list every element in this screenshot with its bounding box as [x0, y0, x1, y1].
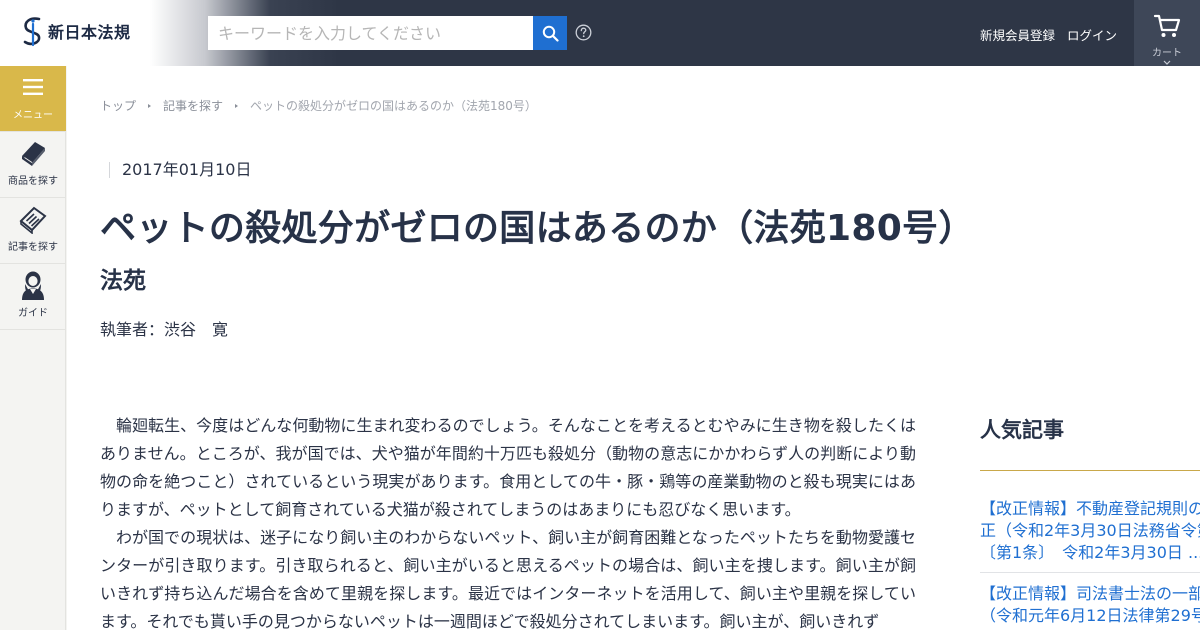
hamburger-icon [23, 79, 43, 95]
popular-article-line: 〔第1条〕 令和2年3月30日 ... [980, 543, 1200, 562]
article-category: 法苑 [100, 268, 146, 294]
article-paragraph: わが国での現状は、迷子になり飼い主のわからないペット、飼い主が飼育困難となったペ… [100, 528, 916, 630]
sidebar-item-label: 商品を探す [8, 176, 58, 187]
popular-article-line: 【改正情報】司法書士法の一部を改正 [980, 584, 1200, 603]
cart-icon [1153, 14, 1181, 37]
popular-article-link[interactable]: 【改正情報】司法書士法の一部を改正 （令和元年6月12日法律第29号） [980, 583, 1200, 630]
breadcrumb-separator-icon [148, 103, 152, 108]
popular-article-line: 正（令和2年3月30日法務省令第 [980, 521, 1200, 540]
search-icon [542, 25, 559, 42]
breadcrumb-separator-icon [235, 103, 239, 108]
popular-articles-heading: 人気記事 [980, 418, 1064, 442]
logo-text: 新日本法規 [48, 23, 131, 42]
breadcrumb: トップ 記事を探す ペットの殺処分がゼロの国はあるのか（法苑180号） [100, 97, 537, 114]
popular-article-link[interactable]: 【改正情報】不動産登記規則の一部を改 正（令和2年3月30日法務省令第 〔第1条… [980, 498, 1200, 573]
article-body: 輪廻転生、今度はどんな何動物に生まれ変わるのでしょう。そんなことを考えるとむやみ… [100, 412, 916, 630]
breadcrumb-item-current: ペットの殺処分がゼロの国はあるのか（法苑180号） [250, 99, 537, 113]
help-icon[interactable] [575, 24, 592, 41]
page-title: ペットの殺処分がゼロの国はあるのか（法苑180号） [100, 208, 975, 249]
popular-articles-list: 【改正情報】不動産登記規則の一部を改 正（令和2年3月30日法務省令第 〔第1条… [980, 498, 1200, 630]
register-link[interactable]: 新規会員登録 [980, 25, 1055, 44]
chevron-down-icon [1163, 60, 1171, 65]
search-box [208, 16, 534, 50]
site-logo[interactable]: 新日本法規 [20, 15, 131, 47]
sidebar-item-label: メニュー [13, 110, 53, 121]
guide-person-icon [22, 271, 44, 300]
search-button[interactable] [533, 16, 567, 50]
breadcrumb-item-articles[interactable]: 記事を探す [163, 97, 223, 114]
search-input[interactable] [208, 16, 534, 50]
login-link[interactable]: ログイン [1067, 25, 1117, 44]
sidebar-item-guide[interactable]: ガイド [0, 264, 66, 330]
main-content: トップ 記事を探す ペットの殺処分がゼロの国はあるのか（法苑180号） 2017… [67, 66, 1200, 630]
popular-article-line: （令和元年6月12日法律第29号） [980, 606, 1200, 625]
cart-label: カート [1152, 48, 1182, 59]
article-author: 執筆者：渋谷 寛 [100, 320, 229, 339]
sidebar: メニュー 商品を探す 記事を探す ガイド [0, 66, 66, 630]
sidebar-item-label: ガイド [18, 308, 48, 319]
sidebar-item-label: 記事を探す [8, 242, 58, 253]
sidebar-item-menu[interactable]: メニュー [0, 66, 66, 132]
sidebar-item-products[interactable]: 商品を探す [0, 132, 66, 198]
articles-icon [19, 206, 47, 234]
book-icon [22, 142, 45, 166]
sidebar-item-articles[interactable]: 記事を探す [0, 198, 66, 264]
breadcrumb-item-top[interactable]: トップ [100, 97, 136, 114]
logo-mark-icon [23, 17, 41, 47]
article-date: 2017年01月10日 [109, 162, 251, 178]
cart-button[interactable]: カート [1134, 0, 1200, 66]
site-header: 新日本法規 新規会員登録 ログイン カート [0, 0, 1200, 66]
popular-article-line: 【改正情報】不動産登記規則の一部を改 [980, 499, 1200, 518]
popular-divider [980, 470, 1200, 471]
article-paragraph: 輪廻転生、今度はどんな何動物に生まれ変わるのでしょう。そんなことを考えるとむやみ… [100, 416, 916, 519]
